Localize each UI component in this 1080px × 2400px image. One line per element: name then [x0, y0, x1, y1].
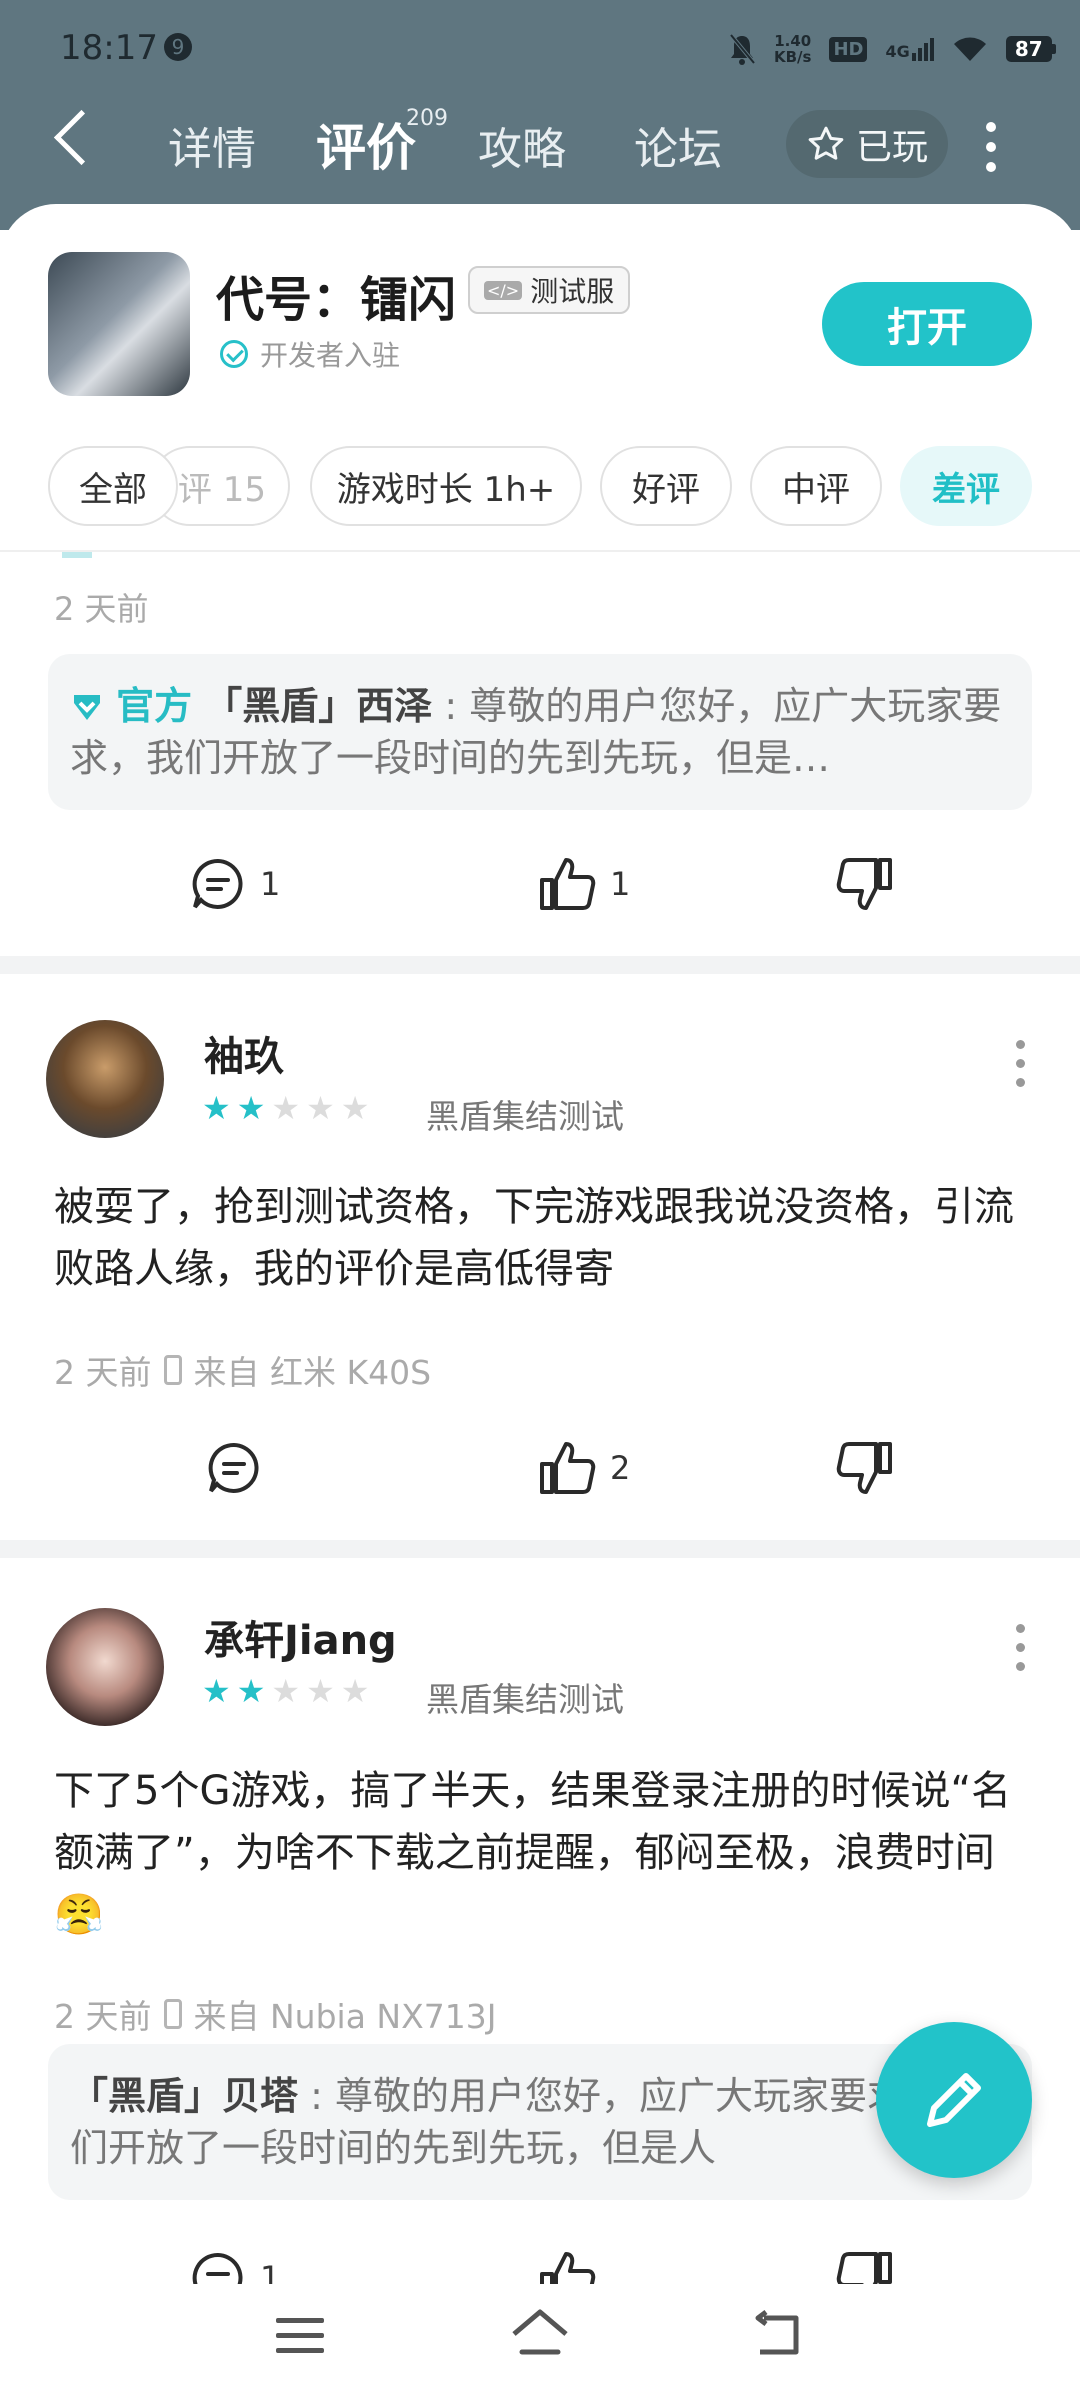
filter-chip-neutral[interactable]: 中评	[750, 446, 882, 526]
star-empty-icon: ★	[271, 1089, 301, 1127]
status-icons: 1.40 KB/s HD 4G 87	[728, 32, 1056, 66]
signal-4g-icon: 4G	[885, 37, 934, 61]
test-server-tag: </> 测试服	[468, 266, 631, 314]
review-more-icon[interactable]	[1016, 1040, 1026, 1097]
section-separator	[0, 1540, 1080, 1558]
review-meta: 2 天前 来自 Nubia NX713J	[54, 1997, 497, 2036]
star-rating: ★ ★ ★ ★ ★	[202, 1089, 369, 1127]
filter-divider	[0, 550, 1080, 552]
username[interactable]: 袖玖	[204, 1024, 284, 1082]
notification-badge: 9	[164, 33, 192, 61]
official-tag: 官方	[116, 684, 193, 728]
mute-bell-icon	[729, 33, 756, 65]
comment-icon	[192, 858, 243, 909]
filter-chip-playtime[interactable]: 游戏时长 1h+	[310, 446, 582, 526]
filter-chip-negative[interactable]: 差评	[900, 446, 1032, 526]
star-empty-icon: ★	[271, 1672, 301, 1710]
thumbs-down-icon	[836, 1442, 892, 1494]
open-button[interactable]: 打开	[822, 282, 1032, 366]
code-icon: </>	[484, 280, 523, 300]
thumbs-up-icon	[540, 2252, 596, 2284]
star-filled-icon: ★	[202, 1089, 231, 1127]
star-empty-icon: ★	[306, 1672, 335, 1710]
app-icon-image	[48, 252, 190, 396]
dislike-button[interactable]	[836, 1440, 894, 1496]
like-button[interactable]: 2	[538, 1440, 630, 1496]
tab-forum[interactable]: 论坛	[634, 113, 722, 177]
top-header: 18:17 9 1.40 KB/s HD 4G 87 详情 评价 209 攻略 论…	[0, 0, 1080, 230]
comment-button[interactable]: 1	[190, 856, 280, 912]
wifi-icon	[953, 37, 986, 61]
thumbs-down-icon	[836, 2252, 892, 2284]
review-meta: 2 天前 来自 红米 K40S	[54, 1353, 432, 1392]
tab-details[interactable]: 详情	[168, 113, 256, 177]
review-more-icon[interactable]	[1016, 1624, 1026, 1681]
star-filled-icon: ★	[236, 1672, 266, 1710]
avatar[interactable]	[46, 1020, 164, 1138]
review-body: 下了5个G游戏，搞了半天，结果登录注册的时候说“名额满了”，为啥不下载之前提醒，…	[54, 1768, 1012, 1938]
system-nav-bar	[0, 2284, 1080, 2400]
reviews-count-badge: 209	[406, 106, 448, 131]
username[interactable]: 承轩Jiang	[204, 1608, 397, 1666]
review-body: 被耍了，抢到测试资格，下完游戏跟我说没资格，引流败路人缘，我的评价是高低得寄	[54, 1184, 1014, 1292]
review-time: 2 天前	[54, 590, 149, 628]
app-title: 代号：镭闪	[216, 272, 457, 328]
star-filled-icon: ★	[202, 1672, 231, 1710]
filter-chip-positive[interactable]: 好评	[600, 446, 732, 526]
battery-icon: 87	[1005, 36, 1056, 62]
section-separator	[0, 956, 1080, 974]
thumbs-up-icon	[540, 858, 596, 910]
write-review-button[interactable]	[876, 2022, 1032, 2178]
phone-icon	[163, 1355, 182, 1385]
official-reply-box[interactable]: 官方 「黑盾」西泽 : 尊敬的用户您好，应广大玩家要求，我们开放了一段时间的先到…	[48, 654, 1032, 810]
tab-reviews[interactable]: 评价	[316, 108, 416, 180]
reply-author: 「黑盾」西泽	[204, 684, 433, 728]
like-button[interactable]	[538, 2250, 596, 2284]
back-arrow-icon[interactable]	[53, 109, 110, 166]
star-empty-icon: ★	[306, 1089, 335, 1127]
dislike-button[interactable]	[836, 2250, 894, 2284]
star-empty-icon: ★	[340, 1672, 370, 1710]
back-icon[interactable]	[752, 2310, 808, 2360]
comment-button[interactable]: 1	[190, 2250, 280, 2284]
comment-icon	[208, 1442, 259, 1493]
hd-icon: HD	[829, 36, 868, 62]
menu-icon[interactable]	[276, 2318, 324, 2353]
official-shield-icon	[74, 695, 100, 720]
pencil-icon	[927, 2073, 981, 2127]
thumbs-down-icon	[836, 858, 892, 910]
star-rating: ★ ★ ★ ★ ★	[202, 1672, 369, 1710]
more-options-icon[interactable]	[986, 122, 998, 182]
played-label: 已玩	[855, 127, 928, 168]
comment-icon	[192, 2252, 243, 2284]
test-phase-tag: 黑盾集结测试	[426, 1097, 624, 1136]
star-filled-icon: ★	[236, 1089, 266, 1127]
status-time: 18:17	[60, 28, 158, 68]
thumbs-up-icon	[540, 1442, 596, 1494]
verified-check-icon	[220, 340, 248, 368]
home-icon[interactable]	[508, 2306, 572, 2362]
developer-verified: 开发者入驻	[220, 334, 400, 374]
comment-button[interactable]	[206, 1440, 262, 1496]
content-card: 代号：镭闪 </> 测试服 开发者入驻 打开 全部 评 15 游戏时长 1h+ …	[0, 204, 1080, 2284]
tab-guides[interactable]: 攻略	[478, 113, 566, 177]
avatar[interactable]	[46, 1608, 164, 1726]
star-empty-icon: ★	[340, 1089, 370, 1127]
phone-icon	[163, 1999, 182, 2029]
star-outline-icon	[808, 126, 844, 160]
clipped-action-row: 1	[0, 2234, 1080, 2284]
partial-content-edge	[62, 552, 92, 558]
played-button[interactable]: 已玩	[786, 110, 948, 178]
test-phase-tag: 黑盾集结测试	[426, 1680, 624, 1719]
network-speed: 1.40 KB/s	[774, 32, 812, 66]
reply-author: 「黑盾」贝塔	[70, 2074, 299, 2118]
like-button[interactable]: 1	[538, 856, 630, 912]
dislike-button[interactable]	[836, 856, 894, 912]
filter-chip-all[interactable]: 全部	[48, 446, 178, 526]
